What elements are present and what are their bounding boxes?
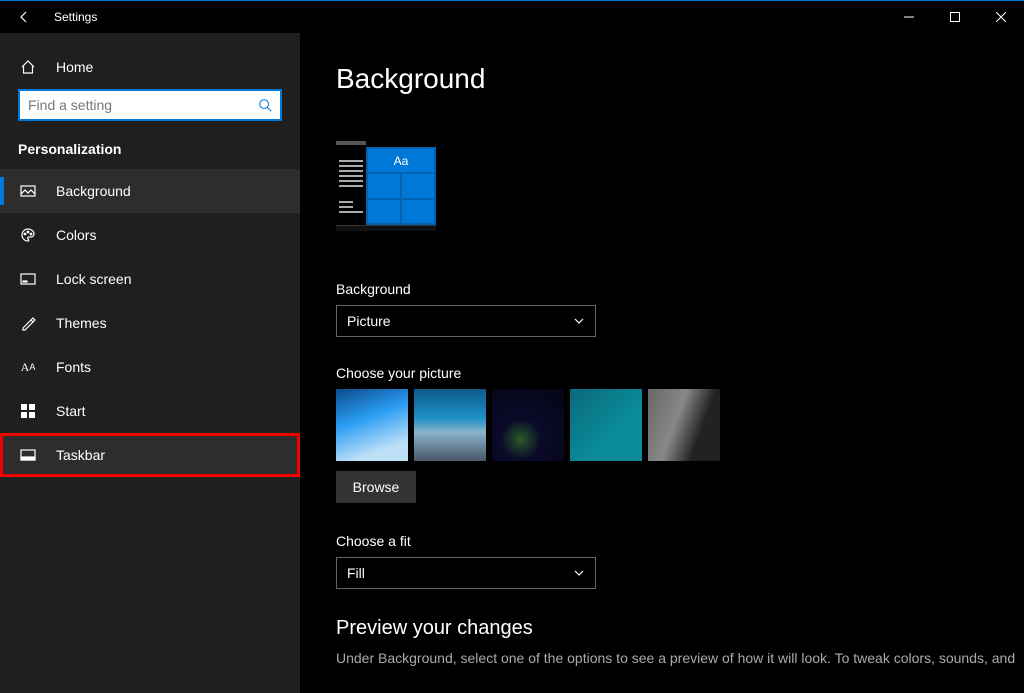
sidebar-item-colors[interactable]: Colors	[0, 213, 300, 257]
taskbar-icon	[18, 445, 38, 465]
picture-thumb[interactable]	[570, 389, 642, 461]
sidebar-item-label: Background	[56, 183, 131, 199]
home-icon	[18, 57, 38, 77]
themes-icon	[18, 313, 38, 333]
minimize-icon	[904, 12, 914, 22]
sidebar-item-label: Lock screen	[56, 271, 131, 287]
page-title: Background	[336, 63, 1024, 95]
sidebar-item-background[interactable]: Background	[0, 169, 300, 213]
preview-tile: Aa	[368, 149, 434, 172]
background-select-value: Picture	[347, 313, 391, 329]
body: Home Personalization Background Color	[0, 33, 1024, 693]
background-label: Background	[336, 281, 1024, 297]
sidebar-item-taskbar[interactable]: Taskbar	[0, 433, 300, 477]
start-icon	[18, 401, 38, 421]
settings-window: Settings Home Persona	[0, 0, 1024, 693]
chevron-down-icon	[573, 567, 585, 579]
sidebar-item-fonts[interactable]: AA Fonts	[0, 345, 300, 389]
palette-icon	[18, 225, 38, 245]
browse-button[interactable]: Browse	[336, 471, 416, 503]
sidebar: Home Personalization Background Color	[0, 33, 300, 693]
search-wrap	[0, 89, 300, 135]
search-input[interactable]	[28, 97, 258, 113]
preview-changes-title: Preview your changes	[336, 617, 1024, 640]
sidebar-home-label: Home	[56, 59, 93, 75]
preview-thumbnail: Aa	[336, 141, 436, 231]
maximize-icon	[950, 12, 960, 22]
lockscreen-icon	[18, 269, 38, 289]
picture-thumb[interactable]	[492, 389, 564, 461]
content: Background Aa	[300, 33, 1024, 693]
sidebar-home[interactable]: Home	[0, 45, 300, 89]
background-select[interactable]: Picture	[336, 305, 596, 337]
sidebar-category: Personalization	[0, 135, 300, 169]
chevron-down-icon	[573, 315, 585, 327]
fonts-icon: AA	[18, 357, 38, 377]
sidebar-item-label: Themes	[56, 315, 107, 331]
back-button[interactable]	[0, 1, 48, 33]
sidebar-item-label: Taskbar	[56, 447, 105, 463]
desktop-preview: Aa	[336, 141, 1024, 231]
picture-icon	[18, 181, 38, 201]
picture-thumb[interactable]	[414, 389, 486, 461]
search-box[interactable]	[18, 89, 282, 121]
sidebar-item-themes[interactable]: Themes	[0, 301, 300, 345]
window-title: Settings	[48, 10, 97, 24]
sidebar-item-label: Fonts	[56, 359, 91, 375]
picture-thumb[interactable]	[648, 389, 720, 461]
arrow-left-icon	[16, 9, 32, 25]
fit-select-value: Fill	[347, 565, 365, 581]
fit-label: Choose a fit	[336, 533, 1024, 549]
search-icon	[258, 98, 272, 112]
sidebar-item-lockscreen[interactable]: Lock screen	[0, 257, 300, 301]
sidebar-item-label: Start	[56, 403, 86, 419]
sidebar-item-label: Colors	[56, 227, 96, 243]
choose-picture-label: Choose your picture	[336, 365, 1024, 381]
sidebar-item-start[interactable]: Start	[0, 389, 300, 433]
maximize-button[interactable]	[932, 1, 978, 33]
minimize-button[interactable]	[886, 1, 932, 33]
fit-select[interactable]: Fill	[336, 557, 596, 589]
close-button[interactable]	[978, 1, 1024, 33]
preview-changes-help: Under Background, select one of the opti…	[336, 650, 1024, 666]
picture-thumbs	[336, 389, 1024, 461]
titlebar: Settings	[0, 1, 1024, 33]
picture-thumb[interactable]	[336, 389, 408, 461]
close-icon	[996, 12, 1006, 22]
